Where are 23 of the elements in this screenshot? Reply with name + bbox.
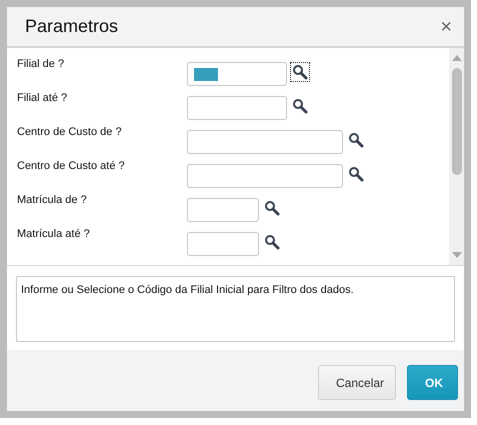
input-field[interactable] [187,164,343,188]
input-field[interactable] [187,96,287,120]
cancel-button[interactable]: Cancelar [318,365,396,400]
parameter-label: Centro de Custo de ? [17,126,123,138]
search-icon[interactable] [346,130,366,150]
parameter-label: Matrícula de ? [17,194,88,206]
parameter-label: Filial até ? [17,92,68,104]
input-field[interactable] [187,232,259,256]
help-text: Informe ou Selecione o Código da Filial Inicial para Filtro dos dados. [16,276,455,342]
parameter-label: Filial de ? [17,58,66,70]
search-icon[interactable] [290,62,310,82]
search-icon[interactable] [262,232,282,252]
search-icon[interactable] [262,198,282,218]
input-field[interactable] [187,198,259,222]
search-icon[interactable] [290,96,310,116]
ok-button[interactable]: OK [407,365,458,400]
search-icon[interactable] [346,164,366,184]
parameter-label: Centro de Custo até ? [17,160,126,172]
input-field[interactable] [187,62,287,86]
dialog-title: Parametros [25,16,118,37]
scrollbar[interactable] [449,48,464,266]
parameter-label: Matrícula até ? [17,228,91,240]
input-field[interactable] [187,130,343,154]
